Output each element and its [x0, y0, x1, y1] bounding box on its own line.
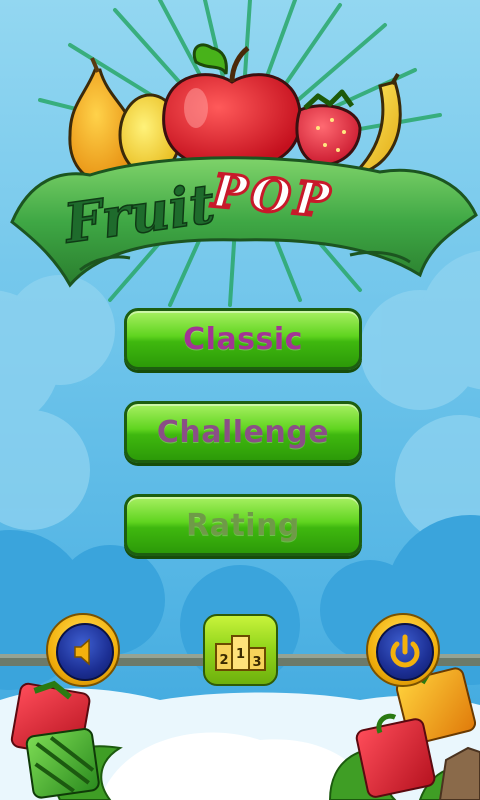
- classic-button[interactable]: Classic: [124, 308, 362, 370]
- game-screen: Fruit POP Classic Challenge Rating 2 1 3: [0, 0, 480, 800]
- podium-third: 3: [252, 655, 261, 670]
- logo-word-pop: POP: [208, 163, 335, 228]
- power-button[interactable]: [366, 613, 440, 687]
- sound-button[interactable]: [46, 613, 120, 687]
- apple-image: [162, 43, 302, 170]
- challenge-button-label: Challenge: [156, 414, 330, 450]
- classic-button-label: Classic: [183, 321, 303, 357]
- rating-button-label: Rating: [186, 507, 300, 543]
- leaderboard-button[interactable]: 2 1 3: [203, 614, 278, 686]
- challenge-button[interactable]: Challenge: [124, 401, 362, 463]
- podium-second: 2: [219, 653, 228, 668]
- speaker-icon: [74, 638, 90, 666]
- podium-icon: 2 1 3: [215, 635, 266, 671]
- rating-button[interactable]: Rating: [124, 494, 362, 556]
- watermelon-cube: [25, 728, 100, 799]
- podium-first: 1: [236, 647, 245, 662]
- strawberry-image: [295, 89, 362, 167]
- power-icon: [390, 634, 420, 668]
